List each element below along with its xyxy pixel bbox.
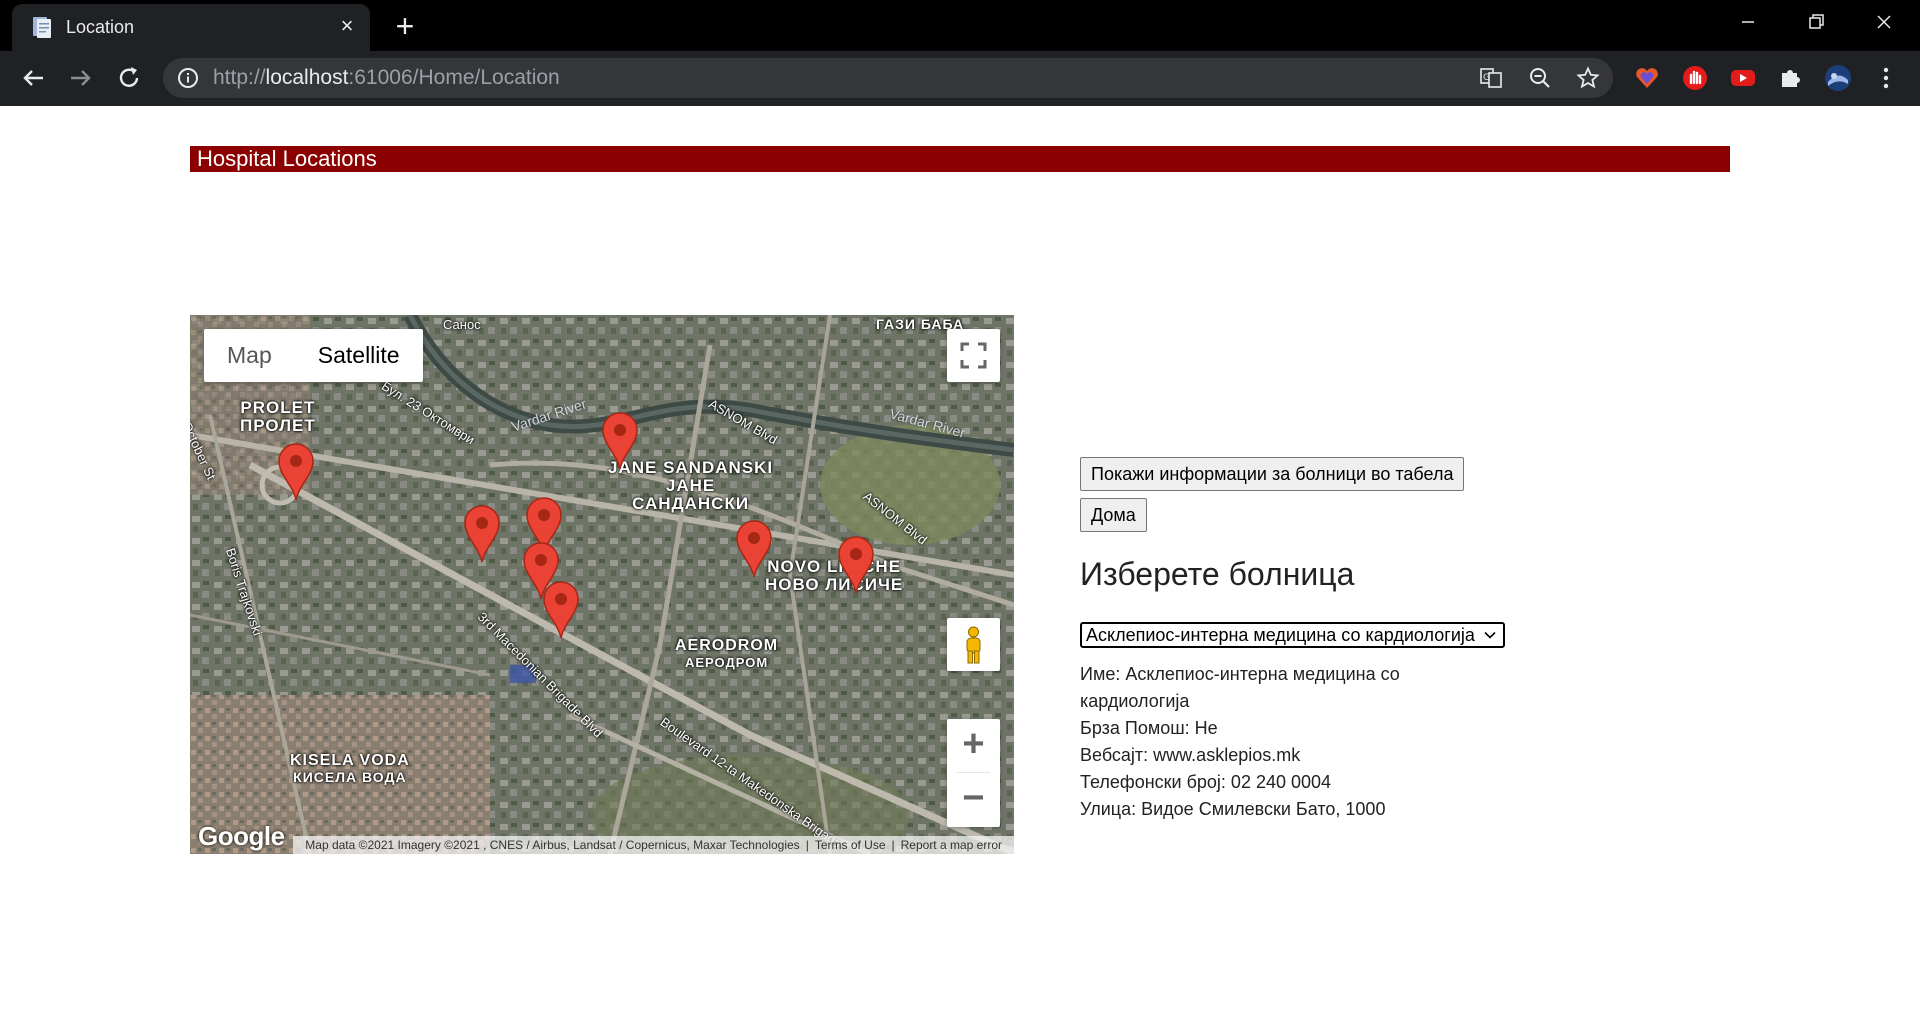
attribution-text: Map data ©2021 Imagery ©2021 , CNES / Ai… [305, 838, 800, 852]
street-label-sanos: Санос [443, 317, 481, 332]
place-label-novo-lisiche: NOVO LISICHE НОВО ЛИСИЧЕ [765, 557, 904, 594]
hospital-marker[interactable] [277, 443, 315, 501]
hospital-marker[interactable] [601, 412, 639, 470]
address-bar[interactable]: http://localhost:61006/Home/Location G [163, 58, 1613, 98]
terms-of-use-link[interactable]: Terms of Use [809, 838, 892, 852]
back-icon[interactable] [16, 61, 50, 95]
hospital-website: Вебсајт: www.asklepios.mk [1080, 745, 1301, 765]
hospital-marker[interactable] [837, 536, 875, 594]
place-label-aerodrom: AERODROM АЕРОДРОМ [675, 637, 779, 670]
puzzle-extensions-icon[interactable] [1777, 64, 1805, 92]
menu-kebab-icon[interactable] [1872, 64, 1900, 92]
google-logo[interactable]: Google [198, 821, 285, 852]
hospital-marker[interactable] [542, 581, 580, 639]
browser-window: Location × + http://localhost:61006/Home… [0, 0, 1920, 106]
translate-icon[interactable]: G [1479, 66, 1503, 90]
forward-icon[interactable] [64, 61, 98, 95]
profile-avatar[interactable] [1824, 64, 1852, 92]
map-type-map-button[interactable]: Map [204, 329, 295, 382]
browser-toolbar: http://localhost:61006/Home/Location G [0, 51, 1920, 106]
map-attribution: Map data ©2021 Imagery ©2021 , CNES / Ai… [293, 836, 1014, 854]
page-title: Hospital Locations [197, 146, 377, 171]
street-view-pegman[interactable] [947, 618, 1000, 671]
show-table-button[interactable]: Покажи информации за болници во табела [1080, 457, 1465, 491]
hospital-name-line2: кардиологија [1080, 691, 1190, 711]
youtube-extension-icon[interactable] [1729, 64, 1757, 92]
close-window-icon[interactable] [1864, 6, 1904, 38]
google-map[interactable]: PROLET ПРОЛЕТ JANE SANDANSKI ЈАНЕ САНДАНСК… [190, 315, 1014, 854]
report-error-link[interactable]: Report a map error [895, 838, 1008, 852]
minimize-icon[interactable] [1728, 6, 1768, 38]
new-tab-button[interactable]: + [388, 10, 422, 44]
chevron-down-icon [1484, 631, 1496, 639]
site-info-icon[interactable] [177, 67, 199, 89]
zoom-out-button[interactable]: − [947, 773, 1000, 826]
hospital-phone: Телефонски број: 02 240 0004 [1080, 772, 1332, 792]
url-host: localhost [265, 66, 349, 89]
hospital-name-line1: Име: Асклепиос-интерна медицина со [1080, 664, 1400, 684]
url-scheme: http:// [213, 66, 266, 89]
place-label-prolet: PROLET ПРОЛЕТ [240, 398, 316, 435]
url-path: :61006/Home/Location [348, 66, 560, 89]
fullscreen-icon [960, 342, 987, 369]
adblock-hand-icon[interactable] [1681, 64, 1709, 92]
selected-hospital-value: Асклепиос-интерна медицина со кардиологи… [1086, 625, 1475, 645]
hospital-select[interactable]: Асклепиос-интерна медицина со кардиологи… [1080, 622, 1505, 648]
tab-close-icon[interactable]: × [334, 13, 360, 39]
home-button[interactable]: Дома [1080, 498, 1147, 532]
page-content: Hospital Locations PROLET ПРОЛЕТ JANE SA… [0, 106, 1920, 1015]
hospital-marker[interactable] [463, 505, 501, 563]
heart-extension-icon[interactable] [1633, 64, 1661, 92]
svg-text:G: G [1483, 73, 1490, 83]
zoom-control: + − [947, 719, 1000, 827]
hospital-street: Улица: Видое Смилевски Бато, 1000 [1080, 799, 1386, 819]
hospital-marker[interactable] [735, 520, 773, 578]
document-favicon-icon [33, 17, 51, 38]
fullscreen-button[interactable] [947, 329, 1000, 382]
map-type-satellite-button[interactable]: Satellite [295, 329, 423, 382]
place-label-kisela-voda: KISELA VODA КИСЕЛА ВОДА [290, 752, 410, 785]
restore-icon[interactable] [1796, 6, 1836, 38]
header-banner: Hospital Locations [190, 146, 1730, 172]
tab-title: Location [66, 17, 135, 37]
pegman-icon [966, 626, 981, 664]
map-type-control: Map Satellite [204, 329, 423, 382]
browser-tab[interactable]: Location × [12, 4, 370, 51]
zoom-out-icon[interactable] [1528, 66, 1552, 90]
reload-icon[interactable] [112, 61, 146, 95]
select-hospital-heading: Изберете болница [1080, 556, 1355, 592]
hospital-emergency: Брза Помош: Не [1080, 718, 1218, 738]
zoom-in-button[interactable]: + [947, 719, 1000, 772]
url-text[interactable]: http://localhost:61006/Home/Location [213, 66, 560, 90]
bookmark-star-icon[interactable] [1576, 66, 1600, 90]
